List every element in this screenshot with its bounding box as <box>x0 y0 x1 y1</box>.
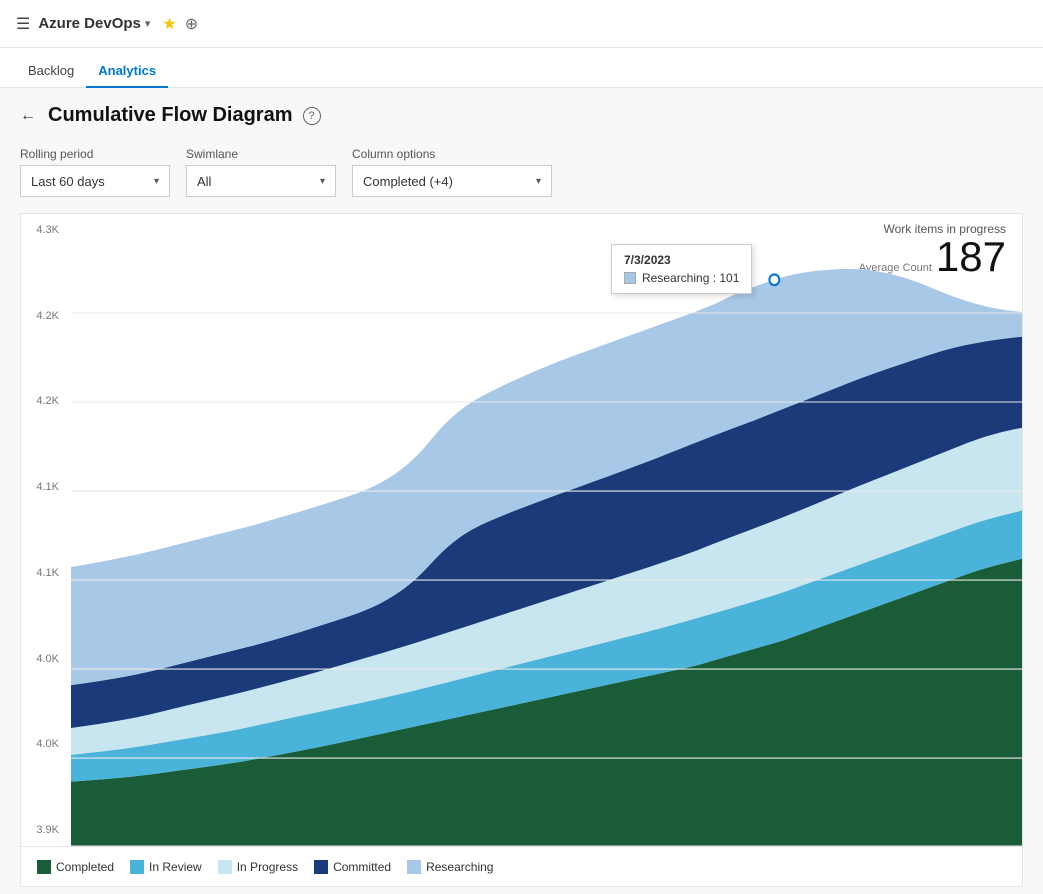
legend-label-completed: Completed <box>56 860 114 874</box>
legend-item-in-review: In Review <box>130 860 202 874</box>
y-label-4.3k: 4.3K <box>25 224 65 236</box>
page-title: Cumulative Flow Diagram <box>48 104 293 127</box>
legend-label-committed: Committed <box>333 860 391 874</box>
legend-color-in-progress <box>218 860 232 874</box>
rolling-period-dropdown[interactable]: Last 60 days ▾ <box>20 165 170 197</box>
rolling-period-group: Rolling period Last 60 days ▾ <box>20 147 170 197</box>
y-label-3.9k: 3.9K <box>25 824 65 836</box>
column-options-dropdown[interactable]: Completed (+4) ▾ <box>352 165 552 197</box>
y-label-4.0k-1: 4.0K <box>25 653 65 665</box>
page-content: ← Cumulative Flow Diagram ? Rolling peri… <box>0 88 1043 894</box>
column-options-group: Column options Completed (+4) ▾ <box>352 147 552 197</box>
swimlane-dropdown[interactable]: All ▾ <box>186 165 336 197</box>
legend-label-researching: Researching <box>426 860 493 874</box>
column-options-label: Column options <box>352 147 552 161</box>
legend-item-researching: Researching <box>407 860 493 874</box>
rolling-period-label: Rolling period <box>20 147 170 161</box>
y-label-4.2k-2: 4.2K <box>25 395 65 407</box>
swimlane-group: Swimlane All ▾ <box>186 147 336 197</box>
chevron-down-icon: ▾ <box>154 176 159 187</box>
y-axis: 4.3K 4.2K 4.2K 4.1K 4.1K 4.0K 4.0K 3.9K <box>21 224 69 836</box>
app-title: Azure DevOps <box>38 15 141 32</box>
legend-label-in-review: In Review <box>149 860 202 874</box>
legend-item-in-progress: In Progress <box>218 860 298 874</box>
menu-icon[interactable]: ☰ <box>16 14 30 34</box>
chevron-down-icon: ▾ <box>320 176 325 187</box>
tab-backlog[interactable]: Backlog <box>16 55 86 88</box>
help-icon[interactable]: ? <box>303 107 321 125</box>
legend-color-researching <box>407 860 421 874</box>
chart-area[interactable] <box>21 214 1022 846</box>
chart-container: Work items in progress Average Count 187 <box>20 213 1023 887</box>
chart-legend: Completed In Review In Progress Committe… <box>21 846 1022 886</box>
favorite-icon[interactable]: ★ <box>162 14 176 34</box>
title-row: ← Cumulative Flow Diagram ? <box>20 104 1023 127</box>
chevron-down-icon: ▾ <box>536 176 541 187</box>
legend-item-committed: Committed <box>314 860 391 874</box>
person-icon[interactable]: ⊕ <box>185 14 198 34</box>
y-label-4.2k-1: 4.2K <box>25 310 65 322</box>
chevron-down-icon[interactable]: ▾ <box>145 17 151 30</box>
y-label-4.0k-2: 4.0K <box>25 738 65 750</box>
back-arrow-icon[interactable]: ← <box>20 107 36 125</box>
legend-color-committed <box>314 860 328 874</box>
legend-label-in-progress: In Progress <box>237 860 298 874</box>
legend-color-completed <box>37 860 51 874</box>
header: ☰ Azure DevOps ▾ ★ ⊕ <box>0 0 1043 48</box>
nav-tabs: Backlog Analytics <box>0 48 1043 88</box>
tooltip-dot <box>769 274 779 285</box>
y-label-4.1k-2: 4.1K <box>25 567 65 579</box>
y-label-4.1k-1: 4.1K <box>25 481 65 493</box>
chart-svg <box>71 224 1022 846</box>
legend-color-in-review <box>130 860 144 874</box>
swimlane-label: Swimlane <box>186 147 336 161</box>
legend-item-completed: Completed <box>37 860 114 874</box>
controls-row: Rolling period Last 60 days ▾ Swimlane A… <box>20 147 1023 197</box>
tab-analytics[interactable]: Analytics <box>86 55 168 88</box>
